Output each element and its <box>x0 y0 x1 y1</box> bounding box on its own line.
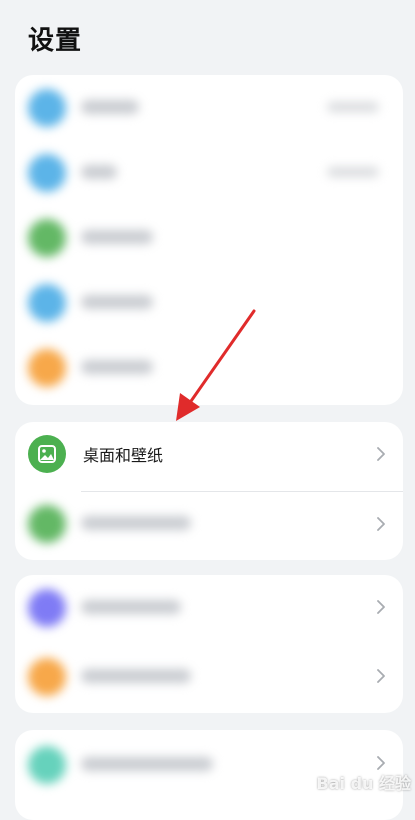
list-item-label <box>81 757 213 771</box>
app-icon <box>28 154 66 192</box>
wallpaper-item[interactable]: 桌面和壁纸 <box>15 422 403 492</box>
settings-group-2: 桌面和壁纸 <box>15 422 403 560</box>
list-item-label <box>81 516 191 530</box>
chevron-right-icon <box>377 669 385 683</box>
list-item-value <box>327 102 379 112</box>
list-item-label <box>81 669 191 683</box>
chevron-right-icon <box>377 447 385 461</box>
app-icon <box>28 89 66 127</box>
wallpaper-icon <box>28 435 66 473</box>
list-item[interactable] <box>15 335 403 400</box>
app-icon <box>28 505 66 543</box>
app-icon <box>28 284 66 322</box>
list-item[interactable] <box>15 644 403 713</box>
list-item[interactable] <box>15 75 403 140</box>
list-item-label <box>81 600 181 614</box>
app-icon <box>28 589 66 627</box>
list-item[interactable] <box>15 492 403 560</box>
list-item[interactable] <box>15 205 403 270</box>
app-icon <box>28 746 66 784</box>
app-icon <box>28 658 66 696</box>
list-item-value <box>327 167 379 177</box>
settings-group-1 <box>15 75 403 405</box>
list-item-label <box>81 360 153 374</box>
app-icon <box>28 219 66 257</box>
list-item[interactable] <box>15 270 403 335</box>
wallpaper-item-label: 桌面和壁纸 <box>83 446 164 465</box>
watermark: Bai du 经验 <box>316 774 411 793</box>
list-item-label <box>81 100 139 114</box>
list-item-label <box>81 230 153 244</box>
chevron-right-icon <box>377 600 385 614</box>
app-icon <box>28 349 66 387</box>
list-item[interactable] <box>15 575 403 644</box>
settings-group-3 <box>15 575 403 713</box>
list-item-label <box>81 295 153 309</box>
chevron-right-icon <box>377 517 385 531</box>
list-item[interactable] <box>15 140 403 205</box>
list-item-label <box>81 165 117 179</box>
page-title: 设置 <box>28 26 83 56</box>
